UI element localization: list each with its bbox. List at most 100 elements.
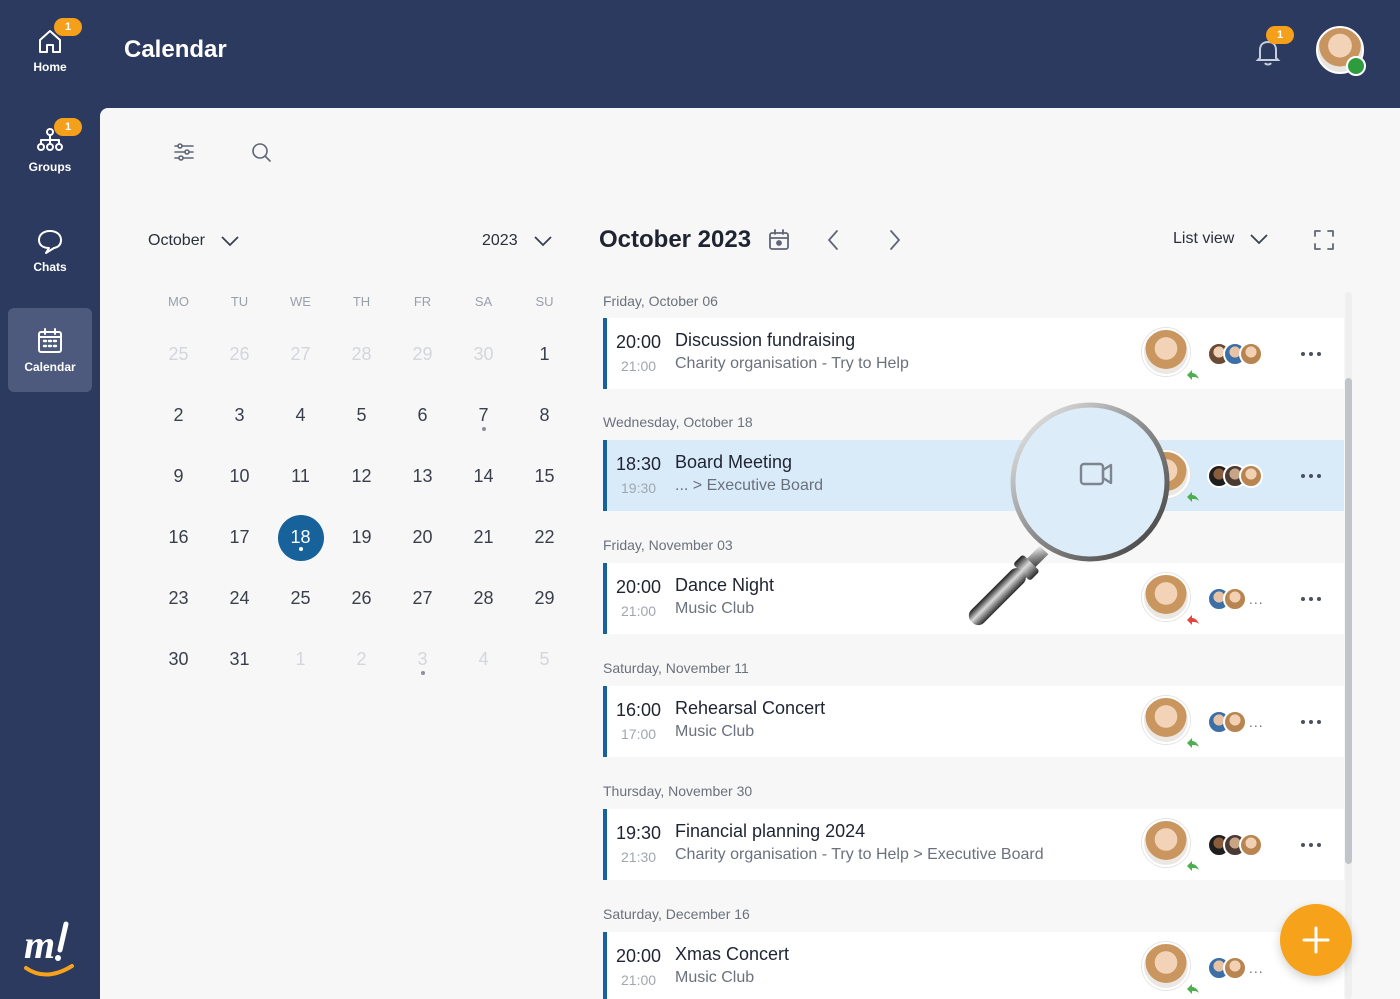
organizer-avatar[interactable] xyxy=(1142,942,1190,990)
calendar-day[interactable]: 23 xyxy=(148,568,209,629)
calendar-day[interactable]: 4 xyxy=(453,629,514,690)
calendar-day[interactable]: 12 xyxy=(331,446,392,507)
participants-stack[interactable] xyxy=(1207,342,1265,366)
notification-badge: 1 xyxy=(1266,26,1294,44)
calendar-day[interactable]: 25 xyxy=(148,324,209,385)
calendar-day[interactable]: 4 xyxy=(270,385,331,446)
calendar-day[interactable]: 14 xyxy=(453,446,514,507)
organizer-avatar[interactable] xyxy=(1142,450,1190,498)
fullscreen-button[interactable] xyxy=(1312,228,1336,257)
nav-chats-label: Chats xyxy=(33,260,67,274)
calendar-day[interactable]: 22 xyxy=(514,507,575,568)
participants-stack[interactable] xyxy=(1207,833,1265,857)
event-row[interactable]: 16:00 17:00 Rehearsal Concert Music Club… xyxy=(603,686,1344,757)
event-more-button[interactable] xyxy=(1297,340,1325,368)
participants-stack[interactable]: ... xyxy=(1207,587,1264,611)
weekday-header: MO TU WE TH FR SA SU xyxy=(148,294,575,309)
weekday-label: WE xyxy=(290,294,311,309)
participant-avatar xyxy=(1223,710,1247,734)
nav-home[interactable]: Home 1 xyxy=(8,8,92,92)
calendar-day[interactable]: 26 xyxy=(209,324,270,385)
event-row[interactable]: 20:00 21:00 Dance Night Music Club ... xyxy=(603,563,1344,634)
organizer-avatar[interactable] xyxy=(1142,696,1190,744)
calendar-day[interactable]: 5 xyxy=(331,385,392,446)
calendar-day[interactable]: 27 xyxy=(392,568,453,629)
calendar-day[interactable]: 2 xyxy=(148,385,209,446)
calendar-day[interactable]: 1 xyxy=(514,324,575,385)
calendar-day[interactable]: 30 xyxy=(148,629,209,690)
calendar-day[interactable]: 1 xyxy=(270,629,331,690)
calendar-day[interactable]: 3 xyxy=(392,629,453,690)
calendar-day-number: 29 xyxy=(412,344,433,364)
calendar-day[interactable]: 15 xyxy=(514,446,575,507)
search-button[interactable] xyxy=(245,136,277,168)
next-month-button[interactable] xyxy=(882,228,906,257)
calendar-day[interactable]: 16 xyxy=(148,507,209,568)
event-more-button[interactable] xyxy=(1297,708,1325,736)
calendar-day[interactable]: 21 xyxy=(453,507,514,568)
event-indicator-dot xyxy=(481,427,486,431)
calendar-day[interactable]: 2 xyxy=(331,629,392,690)
calendar-day[interactable]: 29 xyxy=(392,324,453,385)
weekday-label: TH xyxy=(352,294,371,309)
calendar-day[interactable]: 3 xyxy=(209,385,270,446)
calendar-day[interactable]: 28 xyxy=(331,324,392,385)
calendar-day-number: 8 xyxy=(539,405,550,425)
year-select[interactable]: 2023 xyxy=(482,230,554,252)
event-row[interactable]: 19:30 21:30 Financial planning 2024 Char… xyxy=(603,809,1344,880)
participants-stack[interactable]: ... xyxy=(1207,956,1264,980)
nav-groups[interactable]: Groups 1 xyxy=(8,108,92,192)
nav-home-label: Home xyxy=(33,60,67,74)
participants-stack[interactable]: ... xyxy=(1207,710,1264,734)
calendar-day-number: 15 xyxy=(534,466,555,486)
calendar-day[interactable]: 26 xyxy=(331,568,392,629)
notifications-button[interactable]: 1 xyxy=(1252,26,1294,68)
event-more-button[interactable] xyxy=(1297,462,1325,490)
calendar-day[interactable]: 6 xyxy=(392,385,453,446)
calendar-day[interactable]: 11 xyxy=(270,446,331,507)
chat-icon xyxy=(38,230,62,254)
event-more-button[interactable] xyxy=(1297,585,1325,613)
view-select[interactable]: List view xyxy=(1173,228,1270,250)
calendar-day[interactable]: 10 xyxy=(209,446,270,507)
calendar-day[interactable]: 28 xyxy=(453,568,514,629)
calendar-day[interactable]: 20 xyxy=(392,507,453,568)
previous-month-button[interactable] xyxy=(822,228,846,257)
calendar-day[interactable]: 5 xyxy=(514,629,575,690)
calendar-day-today[interactable]: 18 xyxy=(270,507,331,568)
event-row[interactable]: 18:30 19:30 Board Meeting ... > Executiv… xyxy=(603,440,1344,511)
organizer-avatar[interactable] xyxy=(1142,573,1190,621)
calendar-day[interactable]: 24 xyxy=(209,568,270,629)
calendar-day[interactable]: 29 xyxy=(514,568,575,629)
nav-chats[interactable]: Chats xyxy=(8,208,92,292)
event-group: Music Club xyxy=(675,600,755,617)
calendar-day[interactable]: 13 xyxy=(392,446,453,507)
calendar-day[interactable]: 31 xyxy=(209,629,270,690)
event-row[interactable]: 20:00 21:00 Xmas Concert Music Club ... xyxy=(603,932,1344,999)
organizer-avatar[interactable] xyxy=(1142,819,1190,867)
calendar-day-number: 24 xyxy=(229,588,250,608)
event-list-scrollbar[interactable] xyxy=(1345,292,1352,999)
scrollbar-thumb[interactable] xyxy=(1345,378,1352,864)
calendar-day[interactable]: 9 xyxy=(148,446,209,507)
list-month-title: October 2023 xyxy=(599,226,752,253)
side-nav: Home 1 Groups 1 Chats Calendar m xyxy=(0,0,100,999)
month-select[interactable]: October xyxy=(148,230,241,252)
calendar-day[interactable]: 25 xyxy=(270,568,331,629)
nav-calendar[interactable]: Calendar xyxy=(8,308,92,392)
calendar-day[interactable]: 30 xyxy=(453,324,514,385)
filter-button[interactable] xyxy=(168,136,200,168)
event-more-button[interactable] xyxy=(1297,831,1325,859)
today-button[interactable] xyxy=(767,228,791,257)
participants-stack[interactable] xyxy=(1207,464,1265,488)
participants-more: ... xyxy=(1249,714,1264,730)
calendar-day[interactable]: 19 xyxy=(331,507,392,568)
organizer-avatar[interactable] xyxy=(1142,328,1190,376)
calendar-day[interactable]: 17 xyxy=(209,507,270,568)
calendar-day[interactable]: 27 xyxy=(270,324,331,385)
calendar-day[interactable]: 8 xyxy=(514,385,575,446)
event-title: Xmas Concert xyxy=(675,944,790,964)
calendar-day[interactable]: 7 xyxy=(453,385,514,446)
add-event-button[interactable] xyxy=(1280,904,1352,976)
event-row[interactable]: 20:00 21:00 Discussion fundraising Chari… xyxy=(603,318,1344,389)
